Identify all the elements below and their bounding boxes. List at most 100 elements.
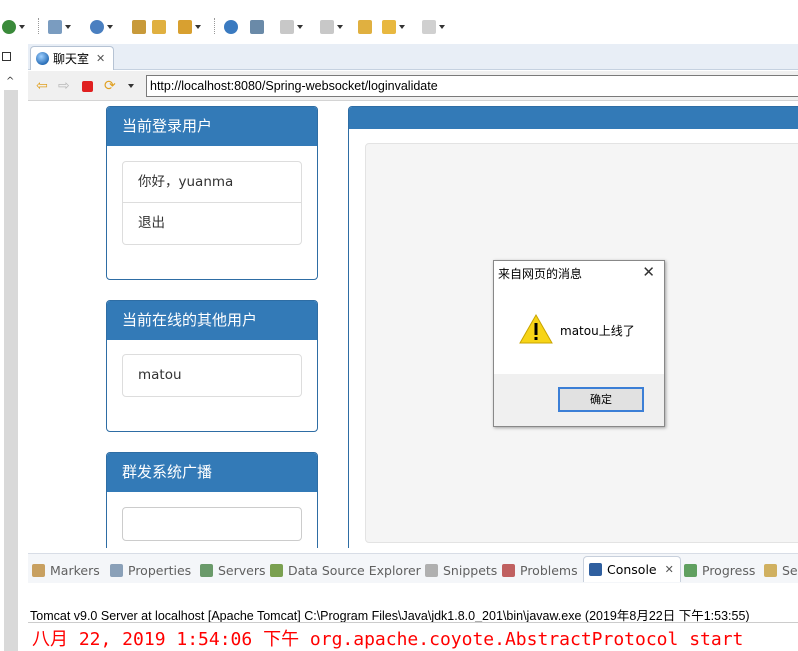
progress-icon xyxy=(684,563,697,577)
annotation-prev-button[interactable] xyxy=(320,18,343,36)
chevron-down-icon xyxy=(297,25,303,29)
refresh-icon[interactable]: ⟳ xyxy=(104,78,116,94)
tab-label: Se xyxy=(782,562,798,578)
logout-link[interactable]: 退出 xyxy=(123,203,301,244)
back-button[interactable] xyxy=(382,18,405,36)
last-edit-button[interactable] xyxy=(358,18,372,36)
open-folder-button[interactable] xyxy=(152,18,166,36)
tab-snippets[interactable]: Snippets xyxy=(425,560,497,580)
toolbar-separator xyxy=(214,18,215,34)
debug-run-button[interactable] xyxy=(2,18,25,36)
markers-icon xyxy=(32,563,45,577)
annotation-prev-icon xyxy=(320,20,334,34)
tab-label: Servers xyxy=(218,562,266,578)
chevron-down-icon xyxy=(19,25,25,29)
alert-dialog: 来自网页的消息 ✕ matou上线了 确定 xyxy=(493,260,665,427)
online-users-panel: 当前在线的其他用户 matou xyxy=(106,300,318,432)
run-external-button[interactable] xyxy=(178,18,201,36)
tab-console[interactable]: Console ✕ xyxy=(583,556,681,582)
editor-tab-bar: 聊天室 ✕ xyxy=(28,44,798,70)
online-user-list: matou xyxy=(122,354,302,397)
console-view[interactable]: Tomcat v9.0 Server at localhost [Apache … xyxy=(28,584,798,651)
chevron-down-icon[interactable] xyxy=(128,78,134,94)
views-tab-bar: Markers Properties Servers Data Source E… xyxy=(28,553,798,583)
web-page: 当前登录用户 你好，yuanma 退出 当前在线的其他用户 matou 群发系统… xyxy=(28,102,798,548)
console-icon xyxy=(589,563,602,576)
login-user-panel: 当前登录用户 你好，yuanma 退出 xyxy=(106,106,318,280)
properties-icon xyxy=(110,563,123,577)
tab-label: Problems xyxy=(520,562,578,578)
toolbar-separator xyxy=(38,18,39,34)
main-toolbar xyxy=(0,0,798,44)
annotation-next-icon xyxy=(280,20,294,34)
warning-icon xyxy=(519,314,553,344)
debug-icon xyxy=(2,20,16,34)
server-icon xyxy=(48,20,62,34)
online-user-item[interactable]: matou xyxy=(123,355,301,396)
new-wizard-button[interactable] xyxy=(90,18,113,36)
close-icon[interactable]: ✕ xyxy=(96,52,105,65)
dialog-footer: 确定 xyxy=(494,374,664,426)
chevron-down-icon xyxy=(65,25,71,29)
chevron-down-icon xyxy=(107,25,113,29)
close-icon[interactable]: ✕ xyxy=(642,263,655,281)
tab-label: Properties xyxy=(128,562,192,578)
ok-button[interactable]: 确定 xyxy=(558,387,644,412)
scroll-up-icon[interactable]: ^ xyxy=(6,76,14,87)
globe-icon xyxy=(36,52,49,65)
annotation-next-button[interactable] xyxy=(280,18,303,36)
tab-chat-room[interactable]: 聊天室 ✕ xyxy=(30,46,114,70)
tab-problems[interactable]: Problems xyxy=(502,560,578,580)
tab-label: Progress xyxy=(702,562,756,578)
panel-title: 当前在线的其他用户 xyxy=(107,301,317,340)
tab-label: Console xyxy=(607,562,657,577)
close-icon[interactable]: ✕ xyxy=(665,563,674,576)
panel-title: 当前登录用户 xyxy=(107,107,317,146)
tab-label: Data Source Explorer xyxy=(288,562,421,578)
divider xyxy=(28,622,798,623)
arrow-right-icon xyxy=(422,20,436,34)
stop-icon[interactable] xyxy=(82,78,93,94)
chevron-down-icon xyxy=(337,25,343,29)
tab-label: Markers xyxy=(50,562,100,578)
tab-progress[interactable]: Progress xyxy=(684,560,755,580)
chevron-down-icon xyxy=(439,25,445,29)
new-server-button[interactable] xyxy=(48,18,71,36)
search-button[interactable] xyxy=(250,18,264,36)
arrow-left-icon xyxy=(382,20,396,34)
open-type-icon xyxy=(132,20,146,34)
forward-icon[interactable]: ⇨ xyxy=(58,78,70,94)
dialog-title: 来自网页的消息 xyxy=(498,267,583,281)
folder-icon xyxy=(152,20,166,34)
browser-nav-bar: ⇦ ⇨ ⟳ http://localhost:8080/Spring-webso… xyxy=(28,71,798,101)
globe-icon xyxy=(224,20,238,34)
data-source-icon xyxy=(270,563,283,577)
rocket-icon xyxy=(178,20,192,34)
tab-servers[interactable]: Servers xyxy=(200,560,266,580)
search-icon xyxy=(764,563,777,577)
broadcast-panel: 群发系统广播 xyxy=(106,452,318,548)
dialog-message: matou上线了 xyxy=(560,324,635,338)
left-gutter: ^ xyxy=(0,44,28,651)
chevron-down-icon xyxy=(195,25,201,29)
problems-icon xyxy=(502,563,515,577)
broadcast-input[interactable] xyxy=(122,507,302,541)
tab-markers[interactable]: Markers xyxy=(32,560,100,580)
tab-title: 聊天室 xyxy=(53,52,90,66)
login-user-list: 你好，yuanma 退出 xyxy=(122,161,302,245)
vertical-scrollbar[interactable] xyxy=(4,90,18,651)
back-icon[interactable]: ⇦ xyxy=(36,78,48,94)
url-input[interactable]: http://localhost:8080/Spring-websocket/l… xyxy=(146,75,798,97)
snippets-icon xyxy=(425,563,438,577)
panel-title: 群发系统广播 xyxy=(107,453,317,492)
open-type-button[interactable] xyxy=(132,18,146,36)
forward-button[interactable] xyxy=(422,18,445,36)
servers-icon xyxy=(200,563,213,577)
tab-search[interactable]: Se xyxy=(764,560,798,580)
console-log-line: 八月 22, 2019 1:54:06 下午 org.apache.coyote… xyxy=(32,629,744,650)
greeting-item: 你好，yuanma xyxy=(123,162,301,203)
web-browser-button[interactable] xyxy=(224,18,238,36)
minimize-icon[interactable] xyxy=(2,52,11,61)
tab-properties[interactable]: Properties xyxy=(110,560,191,580)
tab-data-source-explorer[interactable]: Data Source Explorer xyxy=(270,560,421,580)
